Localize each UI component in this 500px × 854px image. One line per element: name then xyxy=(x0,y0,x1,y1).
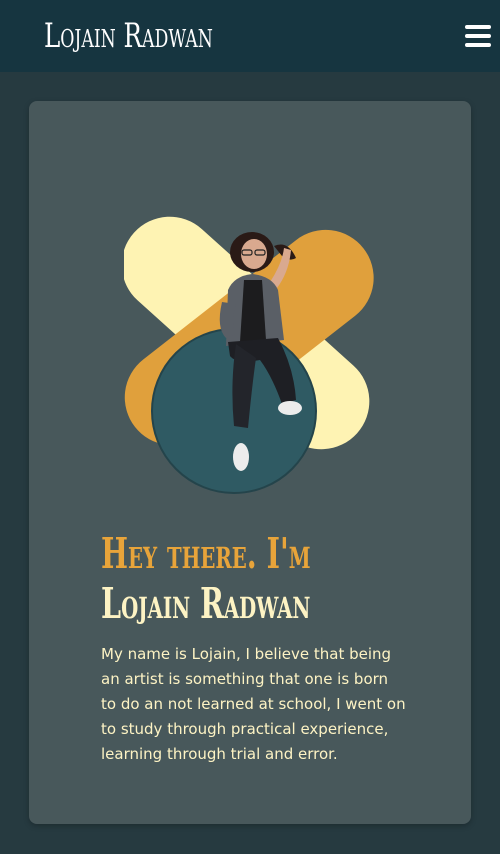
brand-logo-text[interactable]: Lojain Radwan xyxy=(44,14,213,58)
hamburger-menu-icon[interactable] xyxy=(462,22,492,50)
bio-paragraph: My name is Lojain, I believe that being … xyxy=(101,645,406,763)
greeting-line-1: Hey there. I'm xyxy=(101,529,311,579)
greeting-line-2-name: Lojain Radwan xyxy=(101,579,311,629)
top-navbar: Lojain Radwan xyxy=(0,0,500,72)
menu-bar-top xyxy=(465,25,491,29)
hero-greeting: Hey there. I'm Lojain Radwan xyxy=(101,529,346,629)
menu-bar-bottom xyxy=(465,43,491,47)
hero-card: Hey there. I'm Lojain Radwan My name is … xyxy=(29,101,471,824)
menu-bar-middle xyxy=(465,34,491,38)
hero-illustration xyxy=(124,216,374,494)
